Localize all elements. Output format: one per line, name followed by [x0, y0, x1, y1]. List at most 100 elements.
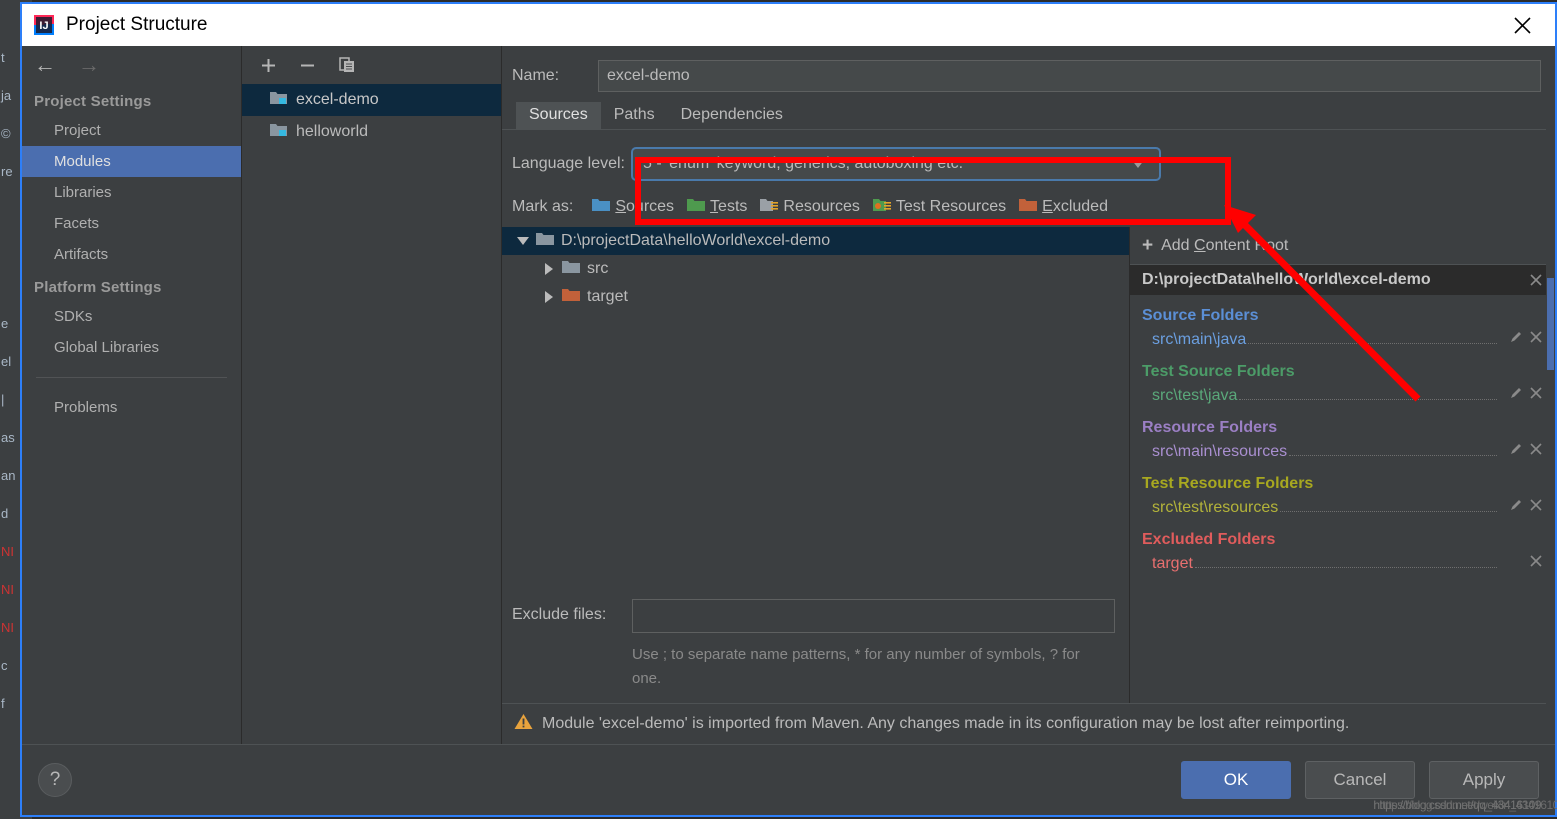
close-icon[interactable]: [1529, 498, 1543, 512]
tree-row[interactable]: target: [502, 283, 1129, 311]
mark-as-sources-button[interactable]: Sources: [592, 197, 674, 217]
close-icon[interactable]: [1529, 273, 1543, 287]
tab-paths[interactable]: Paths: [601, 102, 668, 129]
sidebar-divider: [36, 377, 227, 378]
folder-group-excluded: Excluded Folders target: [1130, 519, 1555, 575]
sidebar-item-sdks[interactable]: SDKs: [22, 301, 241, 332]
dialog-action-buttons: OK Cancel Apply: [1181, 761, 1539, 799]
tab-sources[interactable]: Sources: [516, 102, 601, 129]
folder-group-title: Test Source Folders: [1142, 363, 1295, 380]
folder-entry[interactable]: src\test\java: [1142, 381, 1543, 407]
folder-entry-path: src\main\java: [1152, 331, 1247, 348]
close-icon[interactable]: [1529, 330, 1543, 344]
folder-group-title: Excluded Folders: [1142, 531, 1276, 548]
folder-group-source: Source Folders src\main\java: [1130, 295, 1555, 351]
folder-group-resource: Resource Folders src\main\resources: [1130, 407, 1555, 463]
sidebar-group-project-settings: Project Settings: [34, 93, 152, 110]
folder-group-test-source: Test Source Folders src\test\java: [1130, 351, 1555, 407]
sources-tab-content: Language level: 5 - 'enum' keyword, gene…: [502, 130, 1555, 744]
mark-as-excluded-button[interactable]: Excluded: [1019, 197, 1108, 217]
tab-dependencies[interactable]: Dependencies: [668, 102, 796, 129]
pencil-icon[interactable]: [1509, 386, 1523, 400]
triangle-right-icon[interactable]: [536, 291, 562, 303]
content-root-path: D:\projectData\helloWorld\excel-demo: [1142, 271, 1431, 288]
close-icon[interactable]: [1529, 442, 1543, 456]
tree-row[interactable]: D:\projectData\helloWorld\excel-demo: [502, 227, 1129, 255]
folder-sources-icon: [592, 197, 611, 217]
folder-excluded-icon: [562, 287, 580, 307]
folder-group-title: Test Resource Folders: [1142, 475, 1314, 492]
mark-as-tests-button[interactable]: Tests: [687, 197, 747, 217]
back-arrow-icon[interactable]: ←: [34, 54, 56, 76]
help-button[interactable]: ?: [38, 763, 72, 797]
folder-entry-path: src\main\resources: [1152, 443, 1288, 460]
tree-row-label: target: [587, 288, 628, 305]
module-name-row: Name:: [502, 46, 1555, 100]
scrollbar-thumb[interactable]: [1547, 278, 1554, 370]
module-tabs: Sources Paths Dependencies: [502, 100, 1555, 130]
mark-as-test-resources-button[interactable]: Test Resources: [872, 197, 1006, 217]
language-level-label: Language level:: [512, 155, 625, 172]
modules-toolbar: [242, 46, 501, 84]
folder-group-title: Resource Folders: [1142, 419, 1278, 436]
close-icon[interactable]: [1505, 12, 1539, 38]
close-icon[interactable]: [1529, 386, 1543, 400]
exclude-files-label: Exclude files:: [512, 606, 607, 623]
add-content-root-button[interactable]: + Add Content Root: [1130, 227, 1555, 265]
folder-icon: [536, 231, 554, 251]
folder-entry[interactable]: src\test\resources: [1142, 493, 1543, 519]
content-roots-panel: + Add Content Root D:\projectData\helloW…: [1130, 227, 1555, 703]
module-name-input[interactable]: [598, 60, 1541, 92]
sidebar-item-facets[interactable]: Facets: [22, 208, 241, 239]
forward-arrow-icon[interactable]: →: [78, 54, 100, 76]
apply-button[interactable]: Apply: [1429, 761, 1539, 799]
watermark: https://blog.csdn.net/qq_43416109 https:…: [1373, 798, 1557, 812]
pencil-icon[interactable]: [1509, 442, 1523, 456]
pencil-icon[interactable]: [1509, 330, 1523, 344]
maven-warning-text: Module 'excel-demo' is imported from Mav…: [542, 715, 1350, 732]
nav-history-controls: ← →: [22, 46, 241, 84]
sidebar-item-global-libraries[interactable]: Global Libraries: [22, 332, 241, 363]
ok-button[interactable]: OK: [1181, 761, 1291, 799]
language-level-select[interactable]: 5 - 'enum' keyword, generics, autoboxing…: [630, 147, 1161, 181]
maven-warning-strip: Module 'excel-demo' is imported from Mav…: [502, 703, 1555, 744]
content-root-header: D:\projectData\helloWorld\excel-demo: [1130, 265, 1555, 295]
add-content-root-label: Add Content Root: [1161, 236, 1289, 254]
sidebar-item-problems[interactable]: Problems: [22, 392, 241, 423]
close-icon[interactable]: [1529, 554, 1543, 568]
sidebar-item-artifacts[interactable]: Artifacts: [22, 239, 241, 270]
folder-entry[interactable]: src\main\java: [1142, 325, 1543, 351]
sidebar-item-libraries[interactable]: Libraries: [22, 177, 241, 208]
warning-triangle-icon: [514, 713, 533, 735]
folder-resources-icon: [760, 197, 779, 217]
triangle-down-icon[interactable]: [510, 237, 536, 245]
module-editor-pane: Name: Sources Paths Dependencies Languag…: [502, 46, 1555, 744]
module-folder-icon: [270, 90, 287, 110]
folder-tests-icon: [687, 197, 706, 217]
vertical-scrollbar[interactable]: [1546, 48, 1555, 742]
list-item[interactable]: helloworld: [242, 116, 501, 148]
exclude-files-row: Exclude files:: [502, 589, 1129, 637]
mark-as-toolbar: Mark as: Sources Tests Resources Test Re…: [502, 193, 1555, 227]
triangle-right-icon[interactable]: [536, 263, 562, 275]
folder-entry[interactable]: target: [1142, 549, 1543, 575]
question-mark-icon: ?: [49, 769, 61, 790]
dialog-body: ← → Project Settings Project Modules Lib…: [22, 46, 1555, 744]
sidebar-item-modules[interactable]: Modules: [22, 146, 241, 177]
cancel-button[interactable]: Cancel: [1305, 761, 1415, 799]
copy-icon[interactable]: [338, 56, 356, 74]
module-label: helloworld: [296, 123, 369, 140]
mark-as-resources-button[interactable]: Resources: [760, 197, 860, 217]
folder-entry[interactable]: src\main\resources: [1142, 437, 1543, 463]
list-item[interactable]: excel-demo: [242, 84, 501, 116]
leader-dots: [1248, 343, 1497, 344]
project-structure-dialog: IJ Project Structure ← → Project Setting…: [20, 2, 1557, 817]
module-label: excel-demo: [296, 91, 379, 108]
minus-icon[interactable]: [299, 57, 316, 74]
exclude-files-input[interactable]: [632, 599, 1115, 633]
sidebar-group-platform-settings: Platform Settings: [34, 279, 162, 296]
pencil-icon[interactable]: [1509, 498, 1523, 512]
sidebar-item-project[interactable]: Project: [22, 115, 241, 146]
plus-icon[interactable]: [260, 57, 277, 74]
tree-row[interactable]: src: [502, 255, 1129, 283]
